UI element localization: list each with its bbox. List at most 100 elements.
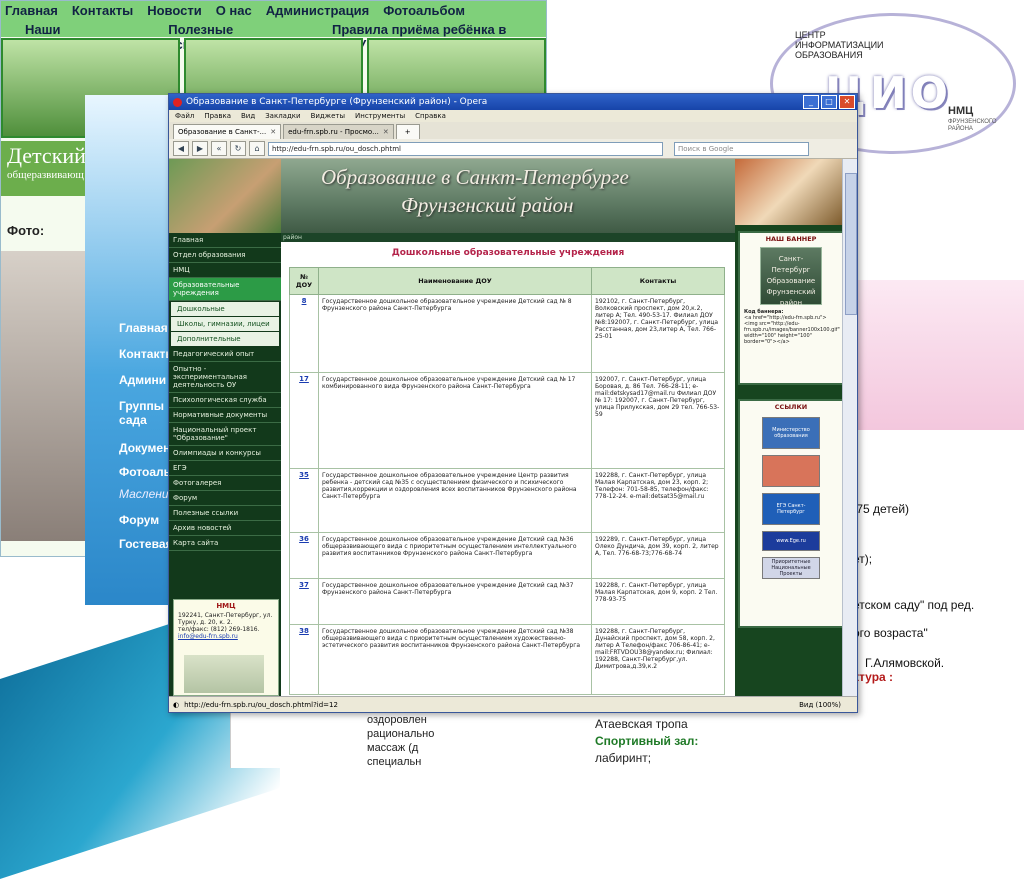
nav-item[interactable]: ЕГЭ [169,461,281,476]
nav-item[interactable]: Дошкольные [171,302,279,316]
forward-icon[interactable]: ▶ [192,141,208,156]
bottom-text: специальн [367,756,422,768]
nav-item[interactable]: Фотогалерея [169,476,281,491]
right-text-line: Г.Алямовской. [865,656,945,670]
logo-district-line: ФРУНЗЕНСКОГО [948,119,997,125]
window-titlebar[interactable]: Образование в Санкт-Петербурге (Фрунзенс… [169,94,857,110]
table-row: 37 Государственное дошкольное образовател… [289,578,725,625]
tab-close-icon[interactable]: ✕ [270,128,276,136]
nav-item[interactable]: Образовательные учреждения [169,278,281,301]
nav-link: Администрация [265,3,370,18]
close-icon[interactable]: ✕ [839,95,855,109]
tab-active[interactable]: Образование в Санкт-... ✕ [173,124,282,139]
kids-photo [1,251,89,541]
link-ministry[interactable]: Министерство образования [762,417,820,449]
nav-item[interactable]: Отдел образования [169,248,281,263]
nmc-address: 192241, Санкт-Петербург, ул. Турку, д. 2… [178,612,273,626]
link-national-projects[interactable]: Приоритетные Национальные Проекты [762,557,820,579]
status-bar: ◐ http://edu-frn.spb.ru/ou_dosch.phtml?i… [169,696,857,712]
nav-item[interactable]: Олимпиады и конкурсы [169,446,281,461]
address-input[interactable]: http://edu-frn.spb.ru/ou_dosch.phtml [268,141,663,156]
background-blue-site: Главная Контакты Админи Группы сада Доку… [85,95,175,605]
table-row: 17 Государственное дошкольное образовател… [289,372,725,469]
link-ege-ru[interactable]: www.Ege.ru [762,531,820,551]
kindergarten-title: Детский общеразвивающ [1,141,91,196]
opera-icon [173,97,182,107]
new-tab-button[interactable]: + [395,124,420,139]
table-body: 8 Государственное дошкольное образователь… [289,294,725,695]
menu-bar: Файл Правка Вид Закладки Виджеты Инструм… [169,110,857,122]
table-row: 35 Государственное дошкольное образовател… [289,468,725,533]
nav-item[interactable]: Форум [169,491,281,506]
dou-name: Государственное дошкольное образовательн… [318,578,592,625]
minimize-icon[interactable]: _ [803,95,819,109]
address-toolbar: ◀ ▶ « ↻ ⌂ http://edu-frn.spb.ru/ou_dosch… [169,139,857,159]
nav-link: Главная [5,3,58,18]
table-header-row: № ДОУ Наименование ДОУ Контакты [289,267,725,295]
nav-item[interactable]: НМЦ [169,263,281,278]
search-input[interactable]: Поиск в Google [674,141,809,156]
logo-line: ОБРАЗОВАНИЯ [795,50,863,60]
zoom-level[interactable]: Вид (100%) [799,701,857,709]
nav-item[interactable]: Дополнительные [171,332,279,346]
nav-item[interactable]: Главная [169,233,281,248]
back-icon[interactable]: ◀ [173,141,189,156]
menu-view[interactable]: Вид [241,112,255,120]
dou-number-link[interactable]: 8 [289,294,319,373]
dou-contacts: 192288, г. Санкт-Петербург, Дунайский пр… [591,624,725,695]
status-icon: ◐ [173,700,180,709]
logo-district: ФРУНЗЕНСКОГО РАЙОНА [948,119,997,133]
nav-item[interactable]: Полезные ссылки [169,506,281,521]
nav-item[interactable]: Нормативные документы [169,408,281,423]
nav-item[interactable]: Архив новостей [169,521,281,536]
nmc-email-link[interactable]: info@edu-frn.spb.ru [178,633,274,640]
site-banner-image[interactable]: Санкт-Петербург Образование Фрунзенский … [760,247,822,307]
nav-item[interactable]: Психологическая служба [169,393,281,408]
tab-close-icon[interactable]: ✕ [383,128,389,136]
dou-number-link[interactable]: 35 [289,468,319,533]
nmc-map[interactable] [184,655,264,693]
vertical-scrollbar[interactable] [842,159,857,696]
link-banner-2[interactable] [762,455,820,487]
nmc-phone: тел/факс: (812) 269-1816. [178,626,260,633]
logo-line: ЦЕНТР [795,30,826,40]
nmc-contact-box: НМЦ 192241, Санкт-Петербург, ул. Турку, … [173,599,279,696]
dou-contacts: 192102, г. Санкт-Петербург, Волковский п… [591,294,725,373]
dou-number-link[interactable]: 36 [289,532,319,579]
opera-browser-window: Образование в Санкт-Петербурге (Фрунзенс… [168,93,858,713]
home-icon[interactable]: ⌂ [249,141,265,156]
menu-tools[interactable]: Инструменты [355,112,405,120]
tab-bar: Образование в Санкт-... ✕ edu-frn.spb.ru… [169,122,857,139]
table-row: 8 Государственное дошкольное образователь… [289,294,725,373]
menu-widgets[interactable]: Виджеты [311,112,345,120]
bottom-text: лабиринт; [595,751,652,765]
nav-item[interactable]: Педагогический опыт [169,347,281,362]
bottom-text: массаж (д [367,742,419,754]
rewind-icon[interactable]: « [211,141,227,156]
blue-nav-item: Докумен [119,441,171,455]
dou-number-link[interactable]: 38 [289,624,319,695]
reload-icon[interactable]: ↻ [230,141,246,156]
dou-contacts: 192288, г. Санкт-Петербург, улица Малая … [591,578,725,625]
dou-number-link[interactable]: 37 [289,578,319,625]
nav-item[interactable]: Опытно - экспериментальная деятельность … [169,362,281,393]
kindergarten-subtitle: общеразвивающ [7,169,84,181]
nav-item[interactable]: Школы, гимназии, лицеи [171,317,279,331]
tab-inactive[interactable]: edu-frn.spb.ru - Просмо... ✕ [283,124,394,139]
status-url: http://edu-frn.spb.ru/ou_dosch.phtml?id=… [184,700,338,709]
banner-title: Образование в Санкт-Петербурге [321,165,629,189]
right-text-line: етском саду" под ред. [853,598,975,612]
dou-number-link[interactable]: 17 [289,372,319,469]
nav-item[interactable]: Карта сайта [169,536,281,551]
maximize-icon[interactable]: □ [821,95,837,109]
menu-file[interactable]: Файл [175,112,194,120]
toy-train-picture [845,280,1024,430]
menu-bookmarks[interactable]: Закладки [265,112,300,120]
menu-help[interactable]: Справка [415,112,446,120]
nav-item[interactable]: Национальный проект "Образование" [169,423,281,446]
banner-code-text: <a href="http://edu-frn.spb.ru"><img src… [744,315,840,345]
link-ege-spb[interactable]: ЕГЭ Санкт-Петербург [762,493,820,525]
bottom-text: Спортивный зал: [595,734,699,748]
scrollbar-thumb[interactable] [845,173,857,315]
menu-edit[interactable]: Правка [204,112,231,120]
